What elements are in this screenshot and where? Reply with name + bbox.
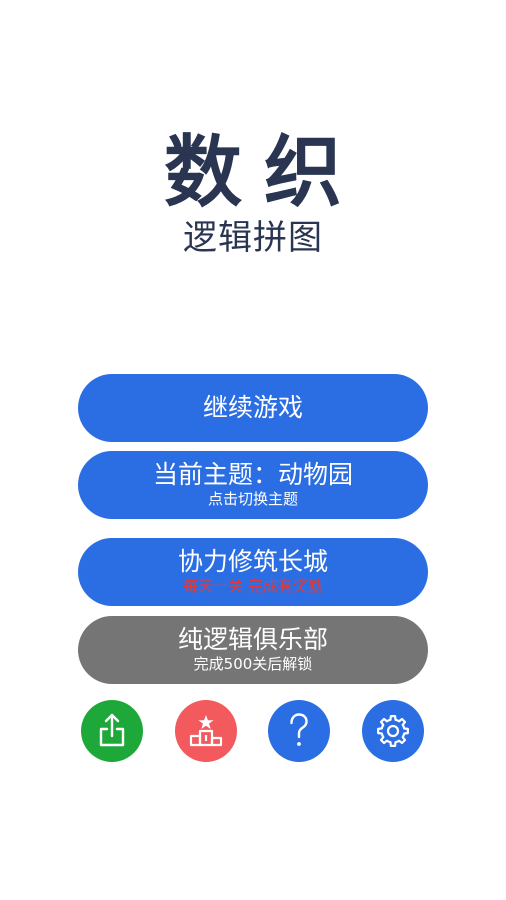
continue-game-button[interactable]: 继续游戏: [78, 374, 428, 442]
leaderboard-button[interactable]: [175, 700, 237, 762]
question-icon: [290, 713, 308, 746]
gear-icon: [377, 715, 409, 747]
great-wall-label: 协力修筑长城: [177, 547, 328, 576]
logic-club-sub-label: 完成500关后解锁: [193, 655, 313, 673]
great-wall-sub-label: 每天一关 完成有奖励: [183, 577, 323, 595]
theme-button[interactable]: 当前主题：动物园 点击切换主题: [78, 451, 428, 519]
theme-sub-label: 点击切换主题: [207, 490, 298, 508]
app-title: 数织: [163, 128, 364, 218]
settings-button[interactable]: [362, 700, 424, 762]
logic-club-label: 纯逻辑俱乐部: [177, 625, 328, 654]
help-button[interactable]: [268, 700, 330, 762]
great-wall-button[interactable]: 协力修筑长城 每天一关 完成有奖励: [78, 538, 428, 606]
app-subtitle: 逻辑拼图: [183, 218, 323, 258]
podium-icon: [189, 715, 223, 747]
share-button[interactable]: [81, 700, 143, 762]
logic-club-button[interactable]: 纯逻辑俱乐部 完成500关后解锁: [78, 616, 428, 684]
share-icon: [99, 713, 125, 747]
title-block: 数织 逻辑拼图: [0, 128, 506, 258]
continue-game-label: 继续游戏: [202, 393, 303, 422]
theme-label: 当前主题：动物园: [152, 460, 353, 489]
